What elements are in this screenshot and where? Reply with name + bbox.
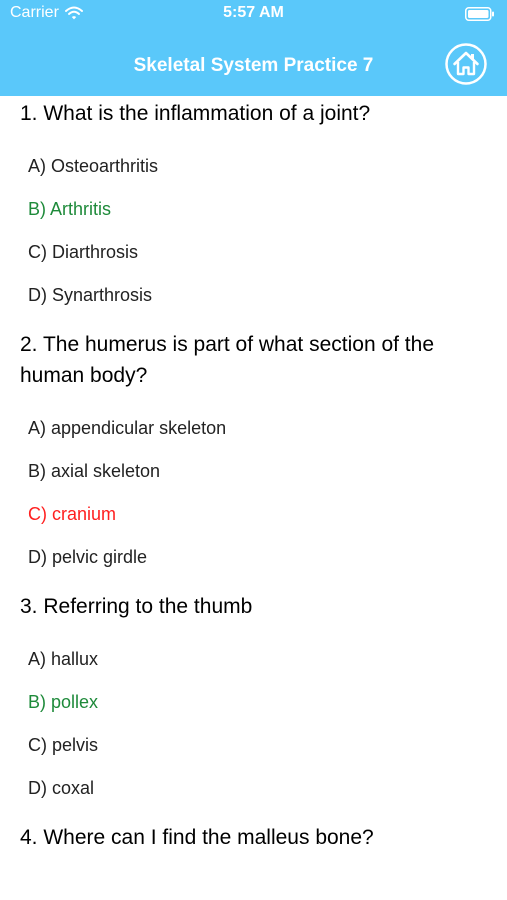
answer-option-c[interactable]: C) pelvis [0,724,507,767]
answer-option-d[interactable]: D) coxal [0,767,507,810]
answer-list: A) Osteoarthritis B) Arthritis C) Diarth… [0,145,507,317]
status-time: 5:57 AM [223,4,284,21]
answer-option-c[interactable]: C) Diarthrosis [0,231,507,274]
quiz-screen: Carrier 5:57 AM Skeletal System Practice… [0,0,507,900]
home-icon [445,43,487,85]
navigation-header: Carrier 5:57 AM Skeletal System Practice… [0,0,507,96]
answer-option-a[interactable]: A) hallux [0,638,507,681]
question-block-3: 3. Referring to the thumb A) hallux B) p… [0,579,507,810]
answer-option-b[interactable]: B) axial skeleton [0,450,507,493]
status-bar: Carrier 5:57 AM [0,0,507,30]
answer-option-c[interactable]: C) cranium [0,493,507,536]
answer-option-a[interactable]: A) appendicular skeleton [0,407,507,450]
question-block-4: 4. Where can I find the malleus bone? [0,810,507,853]
quiz-content: 1. What is the inflammation of a joint? … [0,96,507,853]
question-text: 2. The humerus is part of what section o… [20,333,435,387]
question-text: 3. Referring to the thumb [20,595,253,618]
question-text: 1. What is the inflammation of a joint? [20,102,371,125]
answer-option-a[interactable]: A) Osteoarthritis [0,145,507,188]
question-block-2: 2. The humerus is part of what section o… [0,317,507,579]
page-title: Skeletal System Practice 7 [133,55,374,76]
answer-option-d[interactable]: D) pelvic girdle [0,536,507,579]
battery-icon [465,7,495,21]
home-button[interactable] [445,43,487,85]
answer-option-b[interactable]: B) Arthritis [0,188,507,231]
answer-list: A) appendicular skeleton B) axial skelet… [0,407,507,579]
answer-option-d[interactable]: D) Synarthrosis [0,274,507,317]
question-block-1: 1. What is the inflammation of a joint? … [0,96,507,317]
answer-option-b[interactable]: B) pollex [0,681,507,724]
question-text: 4. Where can I find the malleus bone? [20,826,374,849]
answer-list: A) hallux B) pollex C) pelvis D) coxal [0,638,507,810]
